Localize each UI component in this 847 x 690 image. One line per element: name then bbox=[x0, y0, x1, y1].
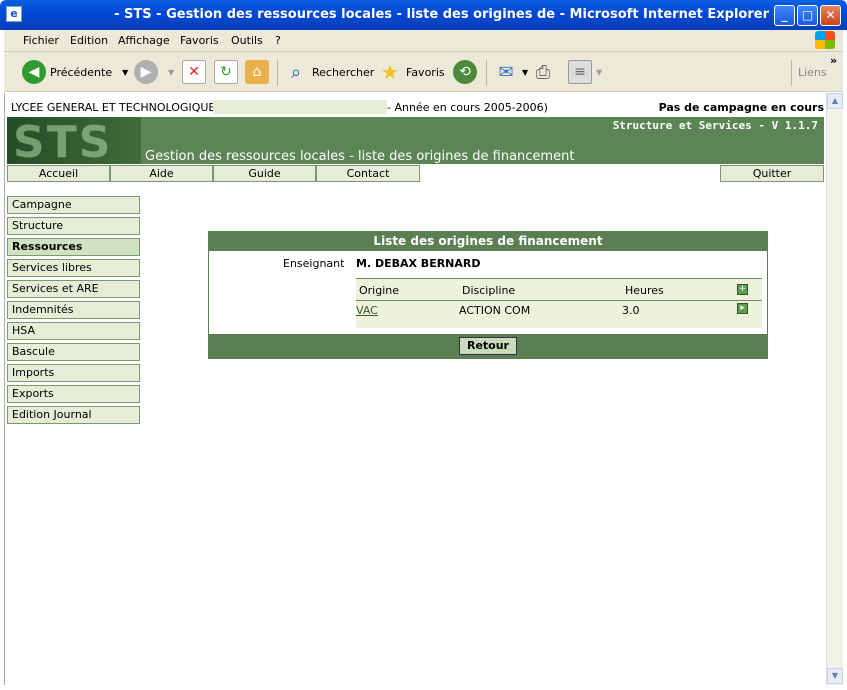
nav-aide[interactable]: Aide bbox=[110, 165, 213, 182]
chevron-down-icon: ▼ bbox=[596, 67, 603, 77]
nav-accueil[interactable]: Accueil bbox=[7, 165, 110, 182]
windows-logo-icon bbox=[815, 31, 835, 49]
forward-arrow-icon: ▶ bbox=[134, 60, 158, 84]
sidebar-item-campagne[interactable]: Campagne bbox=[7, 196, 140, 214]
home-button[interactable]: ⌂ bbox=[245, 59, 269, 85]
history-icon: ⟲ bbox=[453, 60, 477, 84]
chevron-down-icon: ▼ bbox=[168, 67, 175, 77]
menu-bar: Fichier Edition Affichage Favoris Outils… bbox=[4, 30, 843, 52]
history-button[interactable]: ⟲ bbox=[453, 59, 477, 85]
menu-help[interactable]: ? bbox=[275, 34, 281, 47]
logo-text: STS bbox=[13, 117, 113, 164]
print-button[interactable]: ⎙ bbox=[531, 59, 555, 85]
chevron-down-icon: ▼ bbox=[122, 67, 129, 77]
chevron-down-icon: ▼ bbox=[522, 67, 529, 77]
nav-contact[interactable]: Contact bbox=[316, 165, 420, 182]
sidebar-item-ressources[interactable]: Ressources bbox=[7, 238, 140, 256]
mail-button[interactable]: ✉ ▼ bbox=[494, 59, 528, 85]
title-bar: e - STS - Gestion des ressources locales… bbox=[0, 0, 847, 30]
forward-button[interactable]: ▶ ▼ bbox=[134, 59, 174, 85]
menu-affichage[interactable]: Affichage bbox=[118, 34, 170, 47]
panel-footer: Retour bbox=[209, 334, 767, 358]
etablissement-label: LYCEE GENERAL ET TECHNOLOGIQUE bbox=[11, 101, 216, 114]
retour-button[interactable]: Retour bbox=[459, 337, 517, 355]
search-icon: ⌕ bbox=[290, 61, 302, 83]
ie-page-icon: e bbox=[6, 6, 22, 22]
printer-icon: ⎙ bbox=[535, 61, 551, 83]
back-button[interactable]: ◀ Précédente ▼ bbox=[22, 59, 128, 85]
col-heures: Heures bbox=[625, 284, 664, 297]
cell-heures: 3.0 bbox=[622, 304, 640, 317]
menu-favoris[interactable]: Favoris bbox=[180, 34, 219, 47]
sidebar-item-exports[interactable]: Exports bbox=[7, 385, 140, 403]
search-button[interactable]: ⌕ Rechercher bbox=[284, 59, 374, 85]
home-icon: ⌂ bbox=[245, 60, 269, 84]
col-origine: Origine bbox=[359, 284, 400, 297]
annee-label: - Année en cours 2005-2006) bbox=[387, 101, 548, 114]
minimize-button[interactable]: _ bbox=[774, 5, 795, 26]
back-label: Précédente bbox=[50, 65, 113, 79]
star-icon: ★ bbox=[381, 60, 399, 84]
sidebar-item-hsa[interactable]: HSA bbox=[7, 322, 140, 340]
back-arrow-icon: ◀ bbox=[22, 60, 46, 84]
nav-guide[interactable]: Guide bbox=[213, 165, 316, 182]
toolbar: ◀ Précédente ▼ ▶ ▼ ✕ ↻ ⌂ ⌕ Rechercher ★ … bbox=[4, 52, 843, 92]
menu-fichier[interactable]: Fichier bbox=[23, 34, 59, 47]
add-origine-icon[interactable]: + bbox=[737, 284, 748, 295]
edit-button[interactable]: ≡ ▼ bbox=[568, 59, 602, 85]
menu-outils[interactable]: Outils bbox=[231, 34, 263, 47]
mail-icon: ✉ bbox=[498, 61, 514, 83]
refresh-button[interactable]: ↻ bbox=[214, 59, 238, 85]
separator bbox=[486, 60, 487, 86]
favorites-button[interactable]: ★ Favoris bbox=[378, 59, 445, 85]
sts-logo: STS bbox=[7, 117, 141, 164]
stop-icon: ✕ bbox=[182, 60, 206, 84]
enseignant-value: M. DEBAX BERNARD bbox=[356, 257, 481, 270]
scroll-up-icon[interactable]: ▲ bbox=[827, 93, 843, 109]
chevron-right-icon[interactable]: » bbox=[830, 54, 837, 67]
app-banner: STS Structure et Services - V 1.1.7 Gest… bbox=[7, 117, 824, 164]
campaign-status: Pas de campagne en cours bbox=[658, 101, 824, 114]
refresh-icon: ↻ bbox=[214, 60, 238, 84]
origines-panel: Liste des origines de financement Enseig… bbox=[208, 231, 768, 359]
enseignant-label: Enseignant bbox=[283, 257, 345, 270]
vertical-scrollbar[interactable]: ▲ ▼ bbox=[826, 93, 843, 685]
stop-button[interactable]: ✕ bbox=[182, 59, 206, 85]
panel-title: Liste des origines de financement bbox=[209, 232, 767, 251]
window-title: - STS - Gestion des ressources locales -… bbox=[114, 7, 769, 22]
cell-discipline: ACTION COM bbox=[459, 304, 531, 317]
origines-table: Origine Discipline Heures + VAC ACTION C… bbox=[356, 278, 762, 328]
context-header: LYCEE GENERAL ET TECHNOLOGIQUE - Année e… bbox=[7, 99, 824, 115]
separator bbox=[791, 60, 792, 86]
nav-quitter[interactable]: Quitter bbox=[720, 165, 824, 182]
sidebar-item-edition-journal[interactable]: Edition Journal bbox=[7, 406, 140, 424]
sidebar-item-indemnites[interactable]: Indemnités bbox=[7, 301, 140, 319]
maximize-button[interactable]: □ bbox=[797, 5, 818, 26]
app-version: Structure et Services - V 1.1.7 bbox=[612, 119, 818, 132]
close-button[interactable]: ✕ bbox=[820, 5, 841, 26]
row-action-icon[interactable]: ▸ bbox=[737, 303, 748, 314]
sidebar-item-bascule[interactable]: Bascule bbox=[7, 343, 140, 361]
edit-page-icon: ≡ bbox=[568, 60, 592, 84]
page-title: Gestion des ressources locales - liste d… bbox=[145, 149, 575, 164]
sidebar-item-services-are[interactable]: Services et ARE bbox=[7, 280, 140, 298]
sidebar-item-services-libres[interactable]: Services libres bbox=[7, 259, 140, 277]
col-discipline: Discipline bbox=[462, 284, 516, 297]
scroll-down-icon[interactable]: ▼ bbox=[827, 668, 843, 684]
search-label: Rechercher bbox=[312, 65, 375, 79]
etablissement-name-box bbox=[213, 100, 387, 114]
cell-origine-link[interactable]: VAC bbox=[356, 304, 378, 317]
header-divider bbox=[356, 300, 762, 301]
separator bbox=[277, 60, 278, 86]
favorites-label: Favoris bbox=[406, 65, 445, 79]
links-button[interactable]: Liens bbox=[798, 59, 827, 85]
menu-edition[interactable]: Edition bbox=[70, 34, 108, 47]
sidebar-item-imports[interactable]: Imports bbox=[7, 364, 140, 382]
sidebar-item-structure[interactable]: Structure bbox=[7, 217, 140, 235]
